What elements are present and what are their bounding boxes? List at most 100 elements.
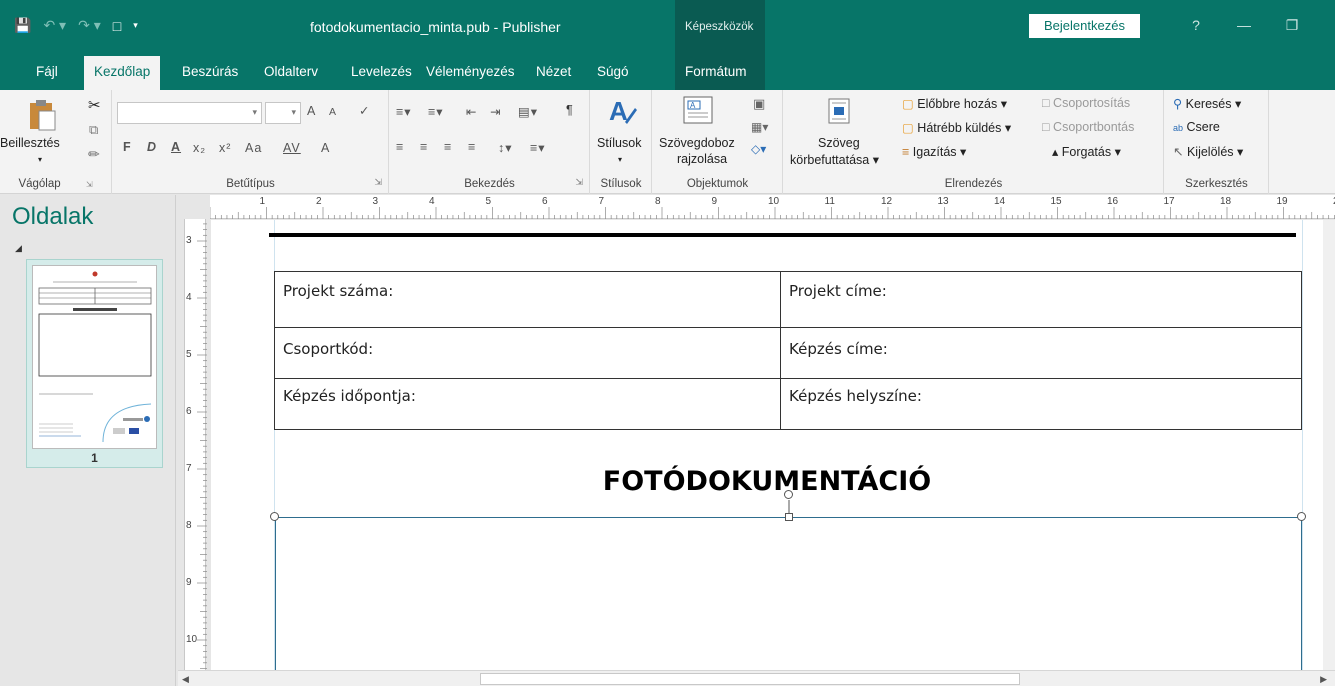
customize-qat-icon[interactable]: ▾ [133,20,138,31]
bold-button[interactable]: F [123,140,132,154]
tab-help[interactable]: Súgó [587,56,639,90]
align-left-icon[interactable]: ≡ [396,140,404,154]
font-name-combo[interactable]: ▾ [117,102,262,124]
find-button[interactable]: ⚲ Keresés ▾ [1173,96,1241,111]
align-button[interactable]: ≡ Igazítás ▾ [902,144,966,159]
justify-icon[interactable]: ≡ [468,140,476,154]
scroll-right-icon[interactable]: ▶ [1320,671,1327,686]
sign-in-button[interactable]: Bejelentkezés [1029,14,1140,38]
project-info-table[interactable]: Projekt száma: Projekt címe: Csoportkód:… [274,271,1302,430]
font-launcher-icon[interactable]: ⇲ [374,177,382,188]
document-heading[interactable]: FOTÓDOKUMENTÁCIÓ [211,466,1323,497]
paragraph-spacing-icon[interactable]: ≡▾ [530,140,546,155]
minimize-button[interactable]: — [1220,17,1268,34]
vertical-ruler[interactable]: 3 4 5 6 7 8 9 10 [178,219,210,670]
align-center-icon[interactable]: ≡ [420,140,428,154]
restore-button[interactable]: ❐ [1268,17,1316,34]
scroll-left-icon[interactable]: ◀ [182,671,189,686]
rotation-handle[interactable] [784,490,793,499]
insert-table-icon[interactable]: ▦▾ [751,120,768,134]
paragraph-launcher-icon[interactable]: ⇲ [575,177,583,188]
font-size-combo[interactable]: ▾ [265,102,301,124]
text-box-icon[interactable]: A [683,96,715,129]
group-code-cell[interactable]: Csoportkód: [274,327,781,379]
horizontal-scrollbar[interactable]: ◀ ▶ [178,670,1335,686]
italic-button[interactable]: D [147,140,157,154]
paste-button[interactable]: Beillesztés [0,136,60,150]
wrap-text-icon[interactable] [828,98,852,129]
clipboard-launcher-icon[interactable]: ⇲ [86,180,93,189]
rotate-button[interactable]: ▴ Forgatás ▾ [1052,144,1121,159]
project-number-cell[interactable]: Projekt száma: [274,271,781,328]
redo-icon[interactable]: ↷ ▾ [78,17,101,34]
styles-button[interactable]: Stílusok [597,136,641,150]
format-painter-icon[interactable]: ✏ [88,146,100,163]
training-title-cell[interactable]: Képzés címe: [780,327,1302,379]
paste-icon[interactable] [27,98,57,135]
insert-picture-icon[interactable]: ▣ [753,96,765,112]
tab-insert[interactable]: Beszúrás [172,56,248,90]
line-spacing-icon[interactable]: ↕▾ [498,140,513,155]
show-formatting-button[interactable]: ¶ [566,103,574,117]
document-canvas[interactable]: Projekt száma: Projekt címe: Csoportkód:… [211,220,1323,670]
paste-dropdown-icon[interactable]: ▾ [38,155,42,164]
grow-font-button[interactable]: A [307,104,316,118]
tab-home[interactable]: Kezdőlap [84,56,161,90]
tab-file[interactable]: Fájl [26,56,68,90]
project-title-cell[interactable]: Projekt címe: [780,271,1302,328]
undo-icon[interactable]: ↶ ▾ [43,17,66,34]
change-case-button[interactable]: Aa [245,141,262,155]
character-spacing-button[interactable]: AV [283,141,301,155]
group-objects-button[interactable]: □ Csoportosítás [1042,96,1130,110]
replace-icon: ab [1173,123,1184,133]
training-location-cell[interactable]: Képzés helyszíne: [780,378,1302,430]
font-color-button[interactable]: A [321,141,330,155]
ungroup-button[interactable]: □ Csoportbontás [1042,120,1134,134]
copy-icon[interactable]: ⧉ [89,122,98,138]
replace-button[interactable]: ab Csere [1173,120,1220,134]
publication-page[interactable]: Projekt száma: Projekt címe: Csoportkód:… [211,220,1323,670]
resize-handle-top-left[interactable] [270,512,279,521]
header-rule[interactable] [269,233,1296,237]
tab-page-design[interactable]: Oldalterv [254,56,328,90]
vertical-scrollbar[interactable] [1323,220,1335,670]
superscript-button[interactable]: x² [219,141,231,155]
print-preview-icon[interactable]: □ [113,18,121,34]
subscript-button[interactable]: x₂ [193,141,206,155]
tab-mailings[interactable]: Levelezés [341,56,422,90]
underline-button[interactable]: A [171,140,181,154]
bullets-icon[interactable]: ≡▾ [396,104,412,119]
resize-handle-top-right[interactable] [1297,512,1306,521]
increase-indent-icon[interactable]: ⇥ [490,104,501,119]
tab-view[interactable]: Nézet [526,56,581,90]
shrink-font-button[interactable]: A [329,106,337,118]
page-thumbnail[interactable]: 1 [26,259,163,468]
clear-formatting-icon[interactable]: ✓ [359,103,370,118]
align-right-icon[interactable]: ≡ [444,140,452,154]
save-icon[interactable]: 💾 [14,17,31,34]
font-name-dropdown-icon[interactable]: ▾ [252,107,257,118]
cut-icon[interactable]: ✂ [88,96,101,114]
font-size-dropdown-icon[interactable]: ▾ [291,107,296,118]
decrease-indent-icon[interactable]: ⇤ [466,104,477,119]
columns-icon[interactable]: ▤▾ [518,104,538,119]
draw-text-box-button[interactable]: Szövegdoboz [659,136,735,150]
select-button[interactable]: ↖ Kijelölés ▾ [1173,144,1243,159]
close-button[interactable]: ✕ [1316,17,1335,34]
help-button[interactable]: ? [1172,17,1220,34]
numbering-icon[interactable]: ≡▾ [428,104,444,119]
shapes-icon[interactable]: ◇▾ [751,142,766,156]
styles-icon[interactable]: A [607,96,637,131]
horizontal-scroll-thumb[interactable] [480,673,1020,685]
resize-handle-top-center[interactable] [785,513,793,521]
tab-review[interactable]: Véleményezés [416,56,525,90]
wrap-text-button[interactable]: Szöveg [818,136,860,150]
selected-photo-frame[interactable] [275,517,1302,670]
collapse-pane-icon[interactable]: ◢ [15,243,22,254]
tab-format[interactable]: Formátum [675,56,765,90]
bring-forward-button[interactable]: ▢ Előbbre hozás ▾ [902,96,1007,111]
horizontal-ruler[interactable]: 1234567891011121314151617181920 [210,195,1335,219]
send-backward-button[interactable]: ▢ Hátrébb küldés ▾ [902,120,1011,135]
styles-dropdown-icon[interactable]: ▾ [618,155,622,164]
training-date-cell[interactable]: Képzés időpontja: [274,378,781,430]
